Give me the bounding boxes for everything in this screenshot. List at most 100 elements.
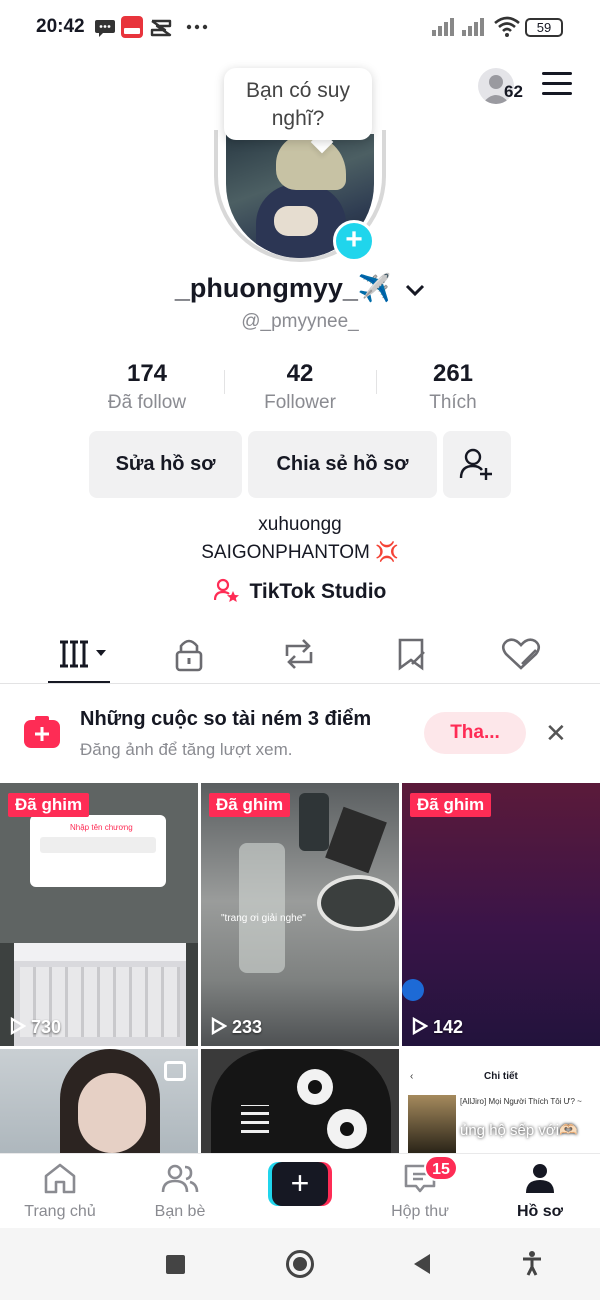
stat-value: 42 xyxy=(286,360,314,387)
home-icon xyxy=(44,1163,76,1194)
video-thumbnail[interactable]: ‹ Chi tiết [AllJiro] Mọi Người Thích Tôi… xyxy=(402,1049,600,1153)
add-user-icon xyxy=(459,448,492,480)
tab-liked[interactable] xyxy=(492,634,552,678)
profile-icon xyxy=(526,1164,554,1193)
thumbnail-text: [AllJiro] Mọi Người Thích Tôi Ư? ~ xyxy=(460,1097,582,1106)
status-bar: 20:42 59 xyxy=(0,0,600,56)
promo-title: Những cuộc so tài ném 3 điểm xyxy=(80,708,372,730)
multi-photo-icon xyxy=(164,1061,186,1081)
tab-private[interactable] xyxy=(160,634,220,678)
thumbs-up-icon xyxy=(402,979,424,1001)
bookmark-icon xyxy=(398,638,425,671)
bio-line-2: SAIGONPHANTOM 💢 xyxy=(201,542,399,563)
tab-videos[interactable] xyxy=(52,634,112,678)
note-bubble[interactable]: Bạn có suy nghĩ? xyxy=(224,68,372,140)
view-count: 730 xyxy=(10,1016,62,1038)
video-thumbnail[interactable] xyxy=(0,1049,198,1153)
bottom-nav: Trang chủ Bạn bè + Hộp thư Hồ sơ xyxy=(0,1153,600,1228)
stat-label: Follower xyxy=(264,392,336,413)
battery-icon: 59 xyxy=(525,18,563,37)
signal-icon xyxy=(432,18,454,36)
stat-label: Đã follow xyxy=(107,392,187,413)
username-row[interactable]: _phuongmyy_✈️ xyxy=(0,272,600,304)
close-icon[interactable]: ✕ xyxy=(545,718,567,749)
videos-grid-icon xyxy=(58,640,106,668)
video-thumbnail[interactable]: "trang ơi giải nghe" Đã ghim 233 xyxy=(201,783,399,1046)
recent-apps-button[interactable] xyxy=(166,1255,185,1274)
bio-line-1: xuhuongg xyxy=(258,514,342,535)
nav-profile[interactable]: Hồ sơ xyxy=(490,1162,590,1221)
system-navigation-bar xyxy=(0,1228,600,1300)
tiktok-studio-link[interactable]: TikTok Studio xyxy=(0,578,600,604)
nav-friends[interactable]: Bạn bè xyxy=(130,1162,230,1221)
nav-label: Trang chủ xyxy=(24,1203,96,1220)
tab-favorites[interactable] xyxy=(382,634,442,678)
mangatoon-app-icon xyxy=(121,16,143,38)
add-post-icon xyxy=(24,716,60,748)
video-thumbnail[interactable]: Đã ghim 142 xyxy=(402,783,600,1046)
add-friend-button[interactable] xyxy=(443,431,511,498)
video-thumbnail[interactable]: Nhập tên chương Đã ghim 730 xyxy=(0,783,198,1046)
view-count-value: 730 xyxy=(31,1017,62,1037)
video-thumbnail[interactable] xyxy=(201,1049,399,1153)
wifi-icon xyxy=(494,16,520,37)
view-count-value: 142 xyxy=(433,1017,464,1037)
thumbnail-text: ủng hộ sếp với🫶🏻 xyxy=(460,1122,578,1139)
back-button[interactable] xyxy=(412,1253,432,1275)
create-plus-icon: + xyxy=(272,1162,328,1206)
friends-icon xyxy=(161,1164,199,1193)
tiktok-studio-label: TikTok Studio xyxy=(249,580,387,603)
pinned-badge: Đã ghim xyxy=(209,793,291,817)
handle: @_pmyynee_ xyxy=(241,311,359,332)
active-tab-indicator xyxy=(48,681,110,683)
stat-following[interactable]: 174 Đã follow xyxy=(70,360,224,414)
pinned-badge: Đã ghim xyxy=(410,793,492,817)
message-icon xyxy=(95,20,115,37)
inbox-badge: 15 xyxy=(424,1155,458,1181)
profile-tabs xyxy=(0,630,600,684)
more-dots-icon xyxy=(186,24,208,30)
view-count-value: 233 xyxy=(232,1017,263,1037)
stat-label: Thích xyxy=(429,392,477,413)
lock-icon xyxy=(175,639,203,672)
capcut-icon xyxy=(150,19,172,37)
nav-label: Hộp thư xyxy=(391,1203,449,1220)
thumbnail-text: Nhập tên chương xyxy=(70,823,133,832)
view-count: 233 xyxy=(211,1016,263,1038)
thumbnail-text: "trang ơi giải nghe" xyxy=(221,913,306,924)
promo-join-button[interactable]: Tha... xyxy=(424,712,526,754)
stat-value: 174 xyxy=(126,360,168,387)
thumbnail-text: Chi tiết xyxy=(484,1071,518,1082)
signal-icon xyxy=(462,18,484,36)
chevron-down-icon xyxy=(406,284,425,297)
tab-reposts[interactable] xyxy=(270,634,330,678)
video-grid: Nhập tên chương Đã ghim 730 "trang ơi gi… xyxy=(0,783,600,1153)
nav-label: Hồ sơ xyxy=(516,1203,564,1220)
hamburger-menu-icon[interactable] xyxy=(542,72,572,96)
pinned-badge: Đã ghim xyxy=(8,793,90,817)
repost-icon xyxy=(285,639,313,669)
studio-icon xyxy=(213,578,239,602)
add-avatar-button[interactable]: + xyxy=(333,220,375,262)
username: _phuongmyy_✈️ xyxy=(174,273,392,303)
stat-value: 261 xyxy=(432,360,474,387)
play-icon xyxy=(211,1016,228,1036)
nav-home[interactable]: Trang chủ xyxy=(10,1162,110,1221)
nav-label: Bạn bè xyxy=(154,1203,206,1220)
play-icon xyxy=(10,1016,27,1036)
stat-followers[interactable]: 42 Follower xyxy=(223,360,377,414)
accessibility-icon[interactable] xyxy=(521,1250,543,1276)
home-button[interactable] xyxy=(286,1250,314,1278)
profile-viewers-count: 62 xyxy=(504,82,523,101)
liked-heart-icon xyxy=(501,638,541,670)
status-time: 20:42 xyxy=(36,16,85,37)
profile-stats: 174 Đã follow 42 Follower 261 Thích xyxy=(70,360,530,416)
create-button[interactable]: + xyxy=(268,1162,332,1206)
play-icon xyxy=(412,1016,429,1036)
edit-profile-button[interactable]: Sửa hồ sơ xyxy=(89,431,242,498)
view-count: 142 xyxy=(412,1016,464,1038)
promo-subtitle: Đăng ảnh để tăng lượt xem. xyxy=(80,740,293,759)
stat-likes[interactable]: 261 Thích xyxy=(376,360,530,414)
share-profile-button[interactable]: Chia sẻ hồ sơ xyxy=(248,431,437,498)
promo-banner[interactable]: Những cuộc so tài ném 3 điểm Đăng ảnh để… xyxy=(0,700,600,780)
